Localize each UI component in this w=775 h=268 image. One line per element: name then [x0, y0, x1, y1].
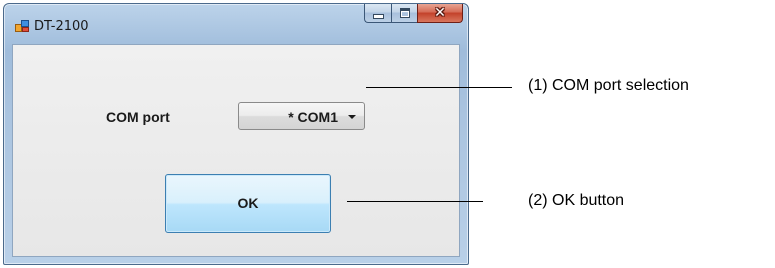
caption-buttons: ✕	[364, 4, 463, 24]
minimize-button[interactable]	[364, 4, 391, 23]
figure: DT-2100 ✕ COM port * COM1 OK (1) COM por…	[0, 0, 775, 268]
maximize-icon	[399, 8, 410, 18]
ok-button-callout: (2) OK button	[528, 192, 625, 209]
chevron-down-icon	[348, 115, 356, 119]
com-port-selection-callout: (1) COM port selection	[528, 77, 689, 94]
dialog-window: DT-2100 ✕ COM port * COM1 OK	[3, 3, 469, 265]
ok-button-label: OK	[237, 195, 259, 211]
com-port-selected-value: * COM1	[288, 109, 338, 125]
dialog-client-area: COM port * COM1 OK	[12, 44, 460, 257]
maximize-button[interactable]	[391, 4, 417, 23]
application-window-icon[interactable]	[15, 20, 29, 32]
close-button[interactable]: ✕	[417, 4, 463, 23]
ok-button-leader-line	[347, 201, 483, 202]
com-port-leader-line	[366, 87, 512, 88]
ok-button[interactable]: OK	[165, 174, 331, 233]
com-port-dropdown[interactable]: * COM1	[238, 102, 365, 130]
title-bar[interactable]: DT-2100 ✕	[4, 4, 468, 44]
window-title: DT-2100	[34, 19, 89, 34]
com-port-label: COM port	[106, 109, 170, 125]
minimize-icon	[372, 13, 384, 19]
close-icon: ✕	[434, 5, 446, 21]
